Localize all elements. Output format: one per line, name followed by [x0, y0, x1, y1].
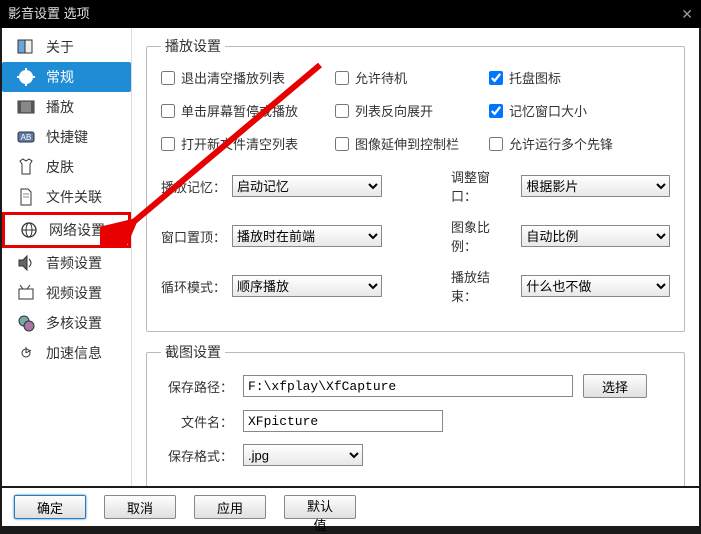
save-path-input[interactable]: [243, 375, 573, 397]
sidebar-item-label: 加速信息: [46, 343, 102, 363]
playback-settings-group: 播放设置 退出清空播放列表 允许待机 托盘图标 单击屏幕暂停或播放 列表反向展开…: [146, 36, 685, 332]
sidebar-item-audio[interactable]: 音频设置: [2, 248, 131, 278]
sidebar-item-label: 皮肤: [46, 157, 74, 177]
sidebar-item-label: 快捷键: [46, 127, 88, 147]
sidebar-item-label: 文件关联: [46, 187, 102, 207]
film-icon: [16, 97, 36, 117]
speaker-icon: [16, 253, 36, 273]
filename-input[interactable]: [243, 410, 443, 432]
sidebar-item-label: 视频设置: [46, 283, 102, 303]
default-button[interactable]: 默认值: [284, 495, 356, 519]
speed-icon: [16, 343, 36, 363]
sidebar-item-play[interactable]: 播放: [2, 92, 131, 122]
playback-legend: 播放设置: [161, 36, 225, 56]
window-top-label: 窗口置顶：: [161, 227, 226, 246]
sidebar-item-network[interactable]: 网络设置: [2, 212, 131, 248]
chk-allow-standby[interactable]: 允许待机: [335, 68, 485, 87]
sidebar: 关于 常规 播放 AB 快捷键 皮肤 文件关联 网络设置 音频设置: [2, 28, 132, 486]
sidebar-item-accel[interactable]: 加速信息: [2, 338, 131, 368]
capture-legend: 截图设置: [161, 342, 225, 362]
play-memory-label: 播放记忆：: [161, 177, 226, 196]
book-icon: [16, 37, 36, 57]
window-title: 影音设置 选项: [8, 0, 90, 28]
globe-icon: [19, 220, 39, 240]
format-label: 保存格式：: [161, 446, 233, 465]
sidebar-item-label: 多核设置: [46, 313, 102, 333]
sidebar-item-label: 关于: [46, 37, 74, 57]
loop-label: 循环模式：: [161, 277, 226, 296]
sidebar-item-skin[interactable]: 皮肤: [2, 152, 131, 182]
sidebar-item-label: 播放: [46, 97, 74, 117]
document-icon: [16, 187, 36, 207]
sidebar-item-label: 音频设置: [46, 253, 102, 273]
main-area: 关于 常规 播放 AB 快捷键 皮肤 文件关联 网络设置 音频设置: [2, 28, 699, 486]
end-select[interactable]: 什么也不做: [521, 275, 670, 297]
end-label: 播放结束：: [451, 267, 515, 305]
chk-allow-multi[interactable]: 允许运行多个先锋: [489, 134, 659, 153]
chk-image-extend[interactable]: 图像延伸到控制栏: [335, 134, 485, 153]
image-ratio-label: 图象比例：: [451, 217, 515, 255]
sidebar-item-multicore[interactable]: 多核设置: [2, 308, 131, 338]
sidebar-item-assoc[interactable]: 文件关联: [2, 182, 131, 212]
ok-button[interactable]: 确定: [14, 495, 86, 519]
sidebar-item-label: 网络设置: [49, 220, 105, 240]
sidebar-item-label: 常规: [46, 67, 74, 87]
cancel-button[interactable]: 取消: [104, 495, 176, 519]
sidebar-item-hotkey[interactable]: AB 快捷键: [2, 122, 131, 152]
apply-button[interactable]: 应用: [194, 495, 266, 519]
gear-icon: [16, 67, 36, 87]
content-panel: 播放设置 退出清空播放列表 允许待机 托盘图标 单击屏幕暂停或播放 列表反向展开…: [132, 28, 699, 486]
sidebar-item-about[interactable]: 关于: [2, 32, 131, 62]
close-icon[interactable]: ✕: [681, 0, 693, 28]
chk-list-reverse[interactable]: 列表反向展开: [335, 101, 485, 120]
play-memory-select[interactable]: 启动记忆: [232, 175, 382, 197]
footer: 确定 取消 应用 默认值: [2, 488, 699, 526]
loop-select[interactable]: 顺序播放: [232, 275, 382, 297]
image-ratio-select[interactable]: 自动比例: [521, 225, 670, 247]
tshirt-icon: [16, 157, 36, 177]
browse-button[interactable]: 选择: [583, 374, 647, 398]
tv-icon: [16, 283, 36, 303]
sidebar-item-video[interactable]: 视频设置: [2, 278, 131, 308]
save-path-label: 保存路径：: [161, 377, 233, 396]
window-top-select[interactable]: 播放时在前端: [232, 225, 382, 247]
format-select[interactable]: .jpg: [243, 444, 363, 466]
filename-label: 文件名：: [161, 412, 233, 431]
key-ab-icon: AB: [16, 127, 36, 147]
svg-text:AB: AB: [21, 133, 32, 142]
chk-clear-on-exit[interactable]: 退出清空播放列表: [161, 68, 331, 87]
resize-label: 调整窗口：: [451, 167, 515, 205]
chk-tray-icon[interactable]: 托盘图标: [489, 68, 659, 87]
chip-icon: [16, 313, 36, 333]
titlebar: 影音设置 选项 ✕: [0, 0, 701, 28]
chk-click-pause[interactable]: 单击屏幕暂停或播放: [161, 101, 331, 120]
chk-open-clear[interactable]: 打开新文件清空列表: [161, 134, 331, 153]
chk-remember-size[interactable]: 记忆窗口大小: [489, 101, 659, 120]
resize-select[interactable]: 根据影片: [521, 175, 670, 197]
capture-settings-group: 截图设置 保存路径： 选择 文件名： 保存格式： .jpg: [146, 342, 685, 486]
sidebar-item-general[interactable]: 常规: [2, 62, 131, 92]
